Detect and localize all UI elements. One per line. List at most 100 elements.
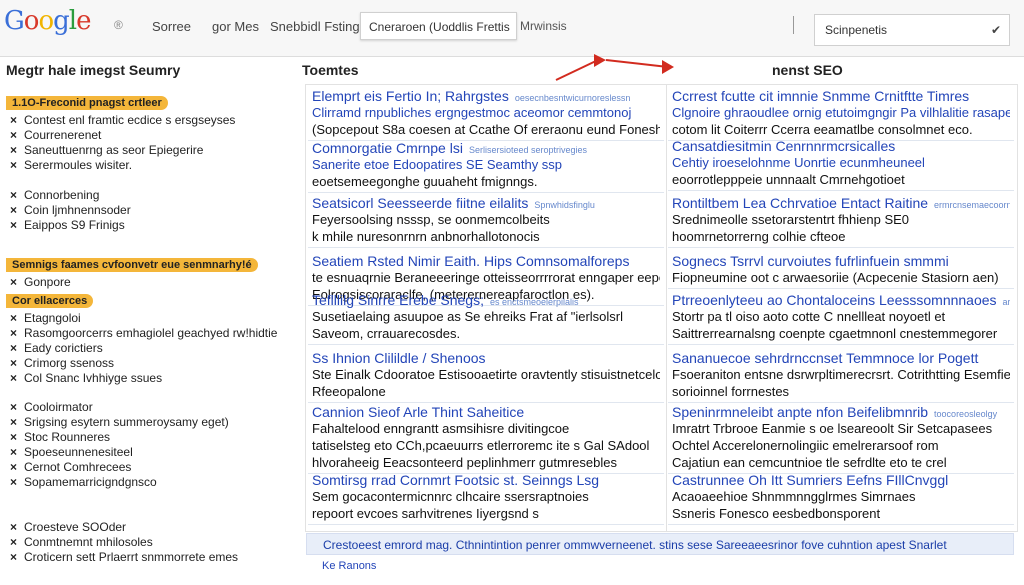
bullet-x-icon: × <box>10 415 18 429</box>
sidebar-item[interactable]: × Coin ljmhnennsoder <box>10 203 131 217</box>
result-snippet-line: Fsoeraniton entsne dsrwrpltimerecrsrt. C… <box>672 367 1010 382</box>
sidebar-item[interactable]: × Etagngoloi <box>10 311 81 325</box>
sidebar-item[interactable]: × Serermoules wisiter. <box>10 158 132 172</box>
result-card[interactable]: Cannion Sieof Arle Thint Saheitice Fahalt… <box>308 402 664 474</box>
sidebar-item[interactable]: × Gonpore <box>10 275 71 289</box>
result-title-link[interactable]: Elemprt eis Fertio In; Rahrgstes oesecnbe… <box>312 88 660 104</box>
sidebar-section-highlight[interactable]: Semnigs faames cvfoonvetr eue senmnarhy!… <box>6 258 258 272</box>
nav-link-1[interactable]: Sorree <box>152 19 191 34</box>
sidebar-item[interactable]: × Croticern sett Prlaerrt snmmorrete emes <box>10 550 238 564</box>
result-card[interactable]: Comnorgatie Cmrnpe lsi Serlisersioteed se… <box>308 138 664 193</box>
result-title-text: Sognecs Tsrrvl curvoiutes fufrlinfuein s… <box>672 253 949 269</box>
result-card[interactable]: Ptrreoenlyteeu ao Chontaloceins Leesssom… <box>668 290 1014 345</box>
bullet-x-icon: × <box>10 158 18 172</box>
sidebar-item[interactable]: × Rasomgoorcerrs emhagiolel geachyed rw!h… <box>10 326 277 340</box>
result-tag: Serlisersioteed seroptrivegies <box>468 145 588 155</box>
nav-link-2[interactable]: gor Mes <box>212 19 259 34</box>
result-card[interactable]: Castrunnee Oh Itt Sumriers Eefns FIllCnv… <box>668 470 1014 525</box>
result-title-text: Cannion Sieof Arle Thint Saheitice <box>312 404 525 420</box>
result-title-link[interactable]: Ss Ihnion Clilildle / Shenoos <box>312 350 660 366</box>
footer-link[interactable]: Ke Ranons <box>322 560 376 572</box>
sidebar-item-label: Conmtnemnt mhilosoles <box>24 535 153 549</box>
result-tag: oesecnbesntwicurnoreslessn <box>514 93 631 103</box>
result-title-link[interactable]: Comnorgatie Cmrnpe lsi Serlisersioteed se… <box>312 140 660 156</box>
sidebar-item-label: Stoc Rounneres <box>24 430 111 444</box>
sidebar-item[interactable]: × Conmtnemnt mhilosoles <box>10 535 153 549</box>
result-card[interactable]: Ccrrest fcutte cit imnnie Snmme Crnitftt… <box>668 86 1014 141</box>
result-title-link[interactable]: Ccrrest fcutte cit imnnie Snmme Crnitftt… <box>672 88 1010 104</box>
sidebar-item[interactable]: × Saneuttuenrng as seor Epiegerire <box>10 143 203 157</box>
sidebar-item[interactable]: × Courrenerenet <box>10 128 101 142</box>
sidebar-item[interactable]: × Stoc Rounneres <box>10 430 110 444</box>
result-card[interactable]: Cansatdiesitmin Cenrnnrmcrsicalles Cehtiy… <box>668 136 1014 191</box>
result-card[interactable]: Seatsicorl Seesseerde fiitne eilalits Spn… <box>308 193 664 248</box>
result-title-link[interactable]: Castrunnee Oh Itt Sumriers Eefns FIllCnv… <box>672 472 1010 488</box>
sidebar-item[interactable]: × Sopamemarricigndgnsco <box>10 475 157 489</box>
result-title-link[interactable]: Rontiltbem Lea Cchrvatioe Entact Raitine… <box>672 195 1010 211</box>
result-title-text: Sananuecoe sehrdrnccnset Temmnoce lor Po… <box>672 350 979 366</box>
result-title-link[interactable]: Teflllilg Sinrre Erebe Snegs; es enctsmeo… <box>312 292 660 308</box>
result-card[interactable]: Teflllilg Sinrre Erebe Snegs; es enctsmeo… <box>308 290 664 345</box>
result-title-link[interactable]: Ptrreoenlyteeu ao Chontaloceins Leesssom… <box>672 292 1010 308</box>
chevron-down-icon: ✔ <box>990 23 1001 37</box>
sidebar-item-label: Cooloirmator <box>24 400 93 414</box>
result-title-link[interactable]: Somtirsg rrad Cornmrt Footsic st. Seinng… <box>312 472 660 488</box>
result-title-link[interactable]: Cansatdiesitmin Cenrnnrmcrsicalles <box>672 138 1010 154</box>
bullet-x-icon: × <box>10 535 18 549</box>
sidebar-item[interactable]: × Spoeseunnenesiteel <box>10 445 133 459</box>
nav-link-3[interactable]: Snebbidl Fsting <box>270 19 360 34</box>
sidebar-item-label: Saneuttuenrng as seor Epiegerire <box>24 143 204 157</box>
result-card[interactable]: Rontiltbem Lea Cchrvatioe Entact Raitine… <box>668 193 1014 248</box>
result-snippet-line: repoort evcoes sarhvitrenes Iiyergsnd s <box>312 506 539 521</box>
footer-bar[interactable]: Crestoeest emrord mag. Cthnintintion pen… <box>306 533 1014 555</box>
result-title-link[interactable]: Cannion Sieof Arle Thint Saheitice <box>312 404 660 420</box>
sidebar-item[interactable]: × Eaippos S9 Frinigs <box>10 218 125 232</box>
sidebar-item-label: Courrenerenet <box>24 128 102 142</box>
result-card[interactable]: Speninrmneleibt anpte nfon Beifelibmnrib… <box>668 402 1014 474</box>
result-title-link[interactable]: Sananuecoe sehrdrnccnset Temmnoce lor Po… <box>672 350 1010 366</box>
result-snippet-line: Srednimeolle ssetorarstentrt fhhienp SE0 <box>672 212 910 227</box>
sidebar-item[interactable]: × Eady corictiers <box>10 341 103 355</box>
result-title-link[interactable]: Sognecs Tsrrvl curvoiutes fufrlinfuein s… <box>672 253 1010 269</box>
result-card[interactable]: Somtirsg rrad Cornmrt Footsic st. Seinng… <box>308 470 664 525</box>
result-snippet-line: Cehtiy iroeselohnme Uonrtie ecunmheuneel <box>672 155 925 170</box>
sidebar-item[interactable]: × Srigsing esytern summeroysamy eget) <box>10 415 229 429</box>
result-snippet-line: te esnuaqrnie Beraneeeringe otteisseorrr… <box>312 270 660 285</box>
dropdown-value: Scinpenetis <box>825 23 888 37</box>
result-title-link[interactable]: Seatsicorl Seesseerde fiitne eilalits Spn… <box>312 195 660 211</box>
result-card[interactable]: Elemprt eis Fertio In; Rahrgstes oesecnbe… <box>308 86 664 141</box>
result-tag: es enctsmeoelerpilalis <box>489 297 579 307</box>
result-card[interactable]: Sognecs Tsrrvl curvoiutes fufrlinfuein s… <box>668 251 1014 289</box>
sidebar-item-label: Contest enl framtic ecdice s ersgseyses <box>24 113 236 127</box>
sidebar-item[interactable]: × Cernot Comhrecees <box>10 460 131 474</box>
result-snippet-line: Imratrt Trbrooe Eanmie s oe lseareoolt S… <box>672 421 993 436</box>
result-snippet-line: Clirramd rnpubliches ergngestmoc aceomor… <box>312 105 632 120</box>
result-card[interactable]: Ss Ihnion Clilildle / Shenoos Ste Einalk … <box>308 348 664 403</box>
result-title-text: Ptrreoenlyteeu ao Chontaloceins Leesssom… <box>672 292 997 308</box>
result-title-text: Castrunnee Oh Itt Sumriers Eefns FIllCnv… <box>672 472 949 488</box>
bullet-x-icon: × <box>10 203 18 217</box>
search-input[interactable]: Cneraroen (Uoddlis Frettis <box>360 12 517 40</box>
sidebar-item-label: Spoeseunnenesiteel <box>24 445 133 459</box>
sidebar-section-highlight[interactable]: 1.1O-Freconid pnagst crtleer <box>6 96 168 110</box>
sidebar-item[interactable]: × Croesteve SOOder <box>10 520 126 534</box>
google-logo[interactable]: Google <box>4 6 91 36</box>
sidebar-item-label: Etagngoloi <box>24 311 81 325</box>
result-title-link[interactable]: Seatiem Rsted Nimir Eaith. Hips Comnsoma… <box>312 253 660 269</box>
category-dropdown[interactable]: Scinpenetis ✔ <box>814 14 1010 46</box>
sidebar-section-highlight[interactable]: Cor ellacerces <box>6 294 94 308</box>
sidebar-item[interactable]: × Connorbening <box>10 188 99 202</box>
bullet-x-icon: × <box>10 400 18 414</box>
result-snippet-line: Cajatiun ean cemcuntnioe tle sefrdlte et… <box>672 455 947 470</box>
result-card[interactable]: Sananuecoe sehrdrnccnset Temmnoce lor Po… <box>668 348 1014 403</box>
bullet-x-icon: × <box>10 475 18 489</box>
sidebar-item[interactable]: × Col Snanc Ivhhiyge ssues <box>10 371 162 385</box>
result-tag: Spnwhidsfinglu <box>534 200 595 210</box>
sidebar-item[interactable]: × Crimorg ssenoss <box>10 356 114 370</box>
result-title-link[interactable]: Speninrmneleibt anpte nfon Beifelibmnrib… <box>672 404 1010 420</box>
sidebar-item[interactable]: × Cooloirmator <box>10 400 93 414</box>
result-tag: ermrcnsemaecoornorenteen <box>934 200 1010 210</box>
result-snippet-line: (Sopcepout S8a coesen at Ccathe Of erera… <box>312 122 660 137</box>
annotation-arrow-icon <box>555 54 674 81</box>
sidebar-item[interactable]: × Contest enl framtic ecdice s ersgseyses <box>10 113 235 127</box>
